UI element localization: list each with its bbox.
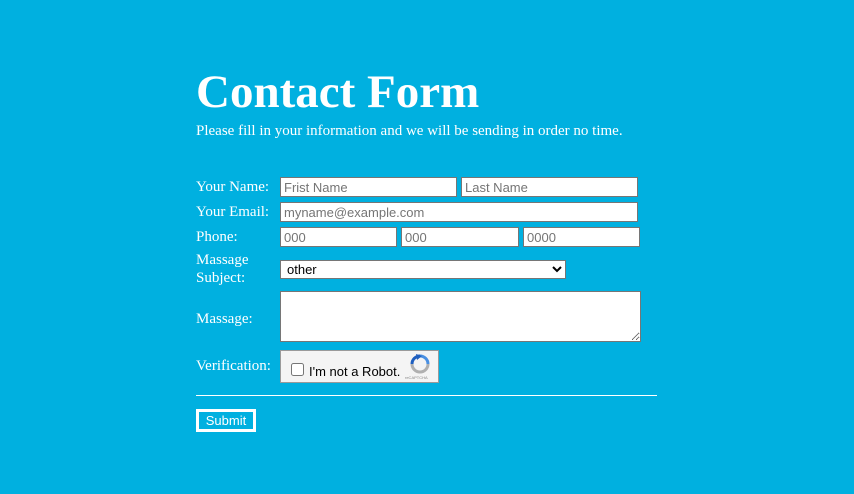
contact-page: Contact Form Please fill in your informa…: [0, 0, 854, 494]
submit-button[interactable]: Submit: [196, 409, 256, 432]
phone-area-input[interactable]: [280, 227, 397, 247]
divider: [196, 395, 657, 396]
subject-select[interactable]: other: [280, 260, 566, 279]
phone-prefix-input[interactable]: [401, 227, 519, 247]
name-label: Your Name:: [196, 179, 270, 195]
email-label: Your Email:: [196, 204, 270, 220]
last-name-input[interactable]: [461, 177, 638, 197]
verification-label: Verification:: [196, 358, 271, 374]
first-name-input[interactable]: [280, 177, 457, 197]
captcha-widget: I'm not a Robot. reCAPTCHA: [280, 350, 439, 383]
message-textarea[interactable]: [280, 291, 641, 342]
recaptcha-logo-icon: [410, 354, 430, 374]
page-title: Contact Form: [196, 66, 480, 118]
captcha-checkbox[interactable]: [291, 363, 304, 376]
message-label: Massage:: [196, 311, 253, 327]
page-subtitle: Please fill in your information and we w…: [196, 123, 623, 139]
phone-label: Phone:: [196, 229, 238, 245]
email-input[interactable]: [280, 202, 638, 222]
subject-label: Massage Subject:: [196, 252, 249, 286]
phone-line-input[interactable]: [523, 227, 640, 247]
captcha-label: I'm not a Robot.: [309, 364, 401, 379]
captcha-brand: reCAPTCHA: [405, 375, 428, 380]
